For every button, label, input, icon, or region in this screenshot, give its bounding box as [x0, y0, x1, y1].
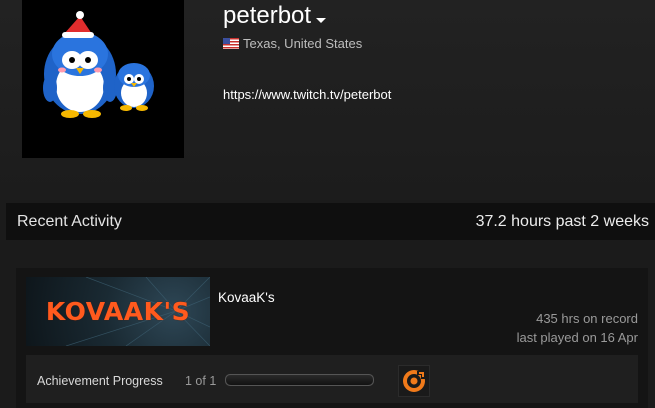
location-text: Texas, United States	[243, 36, 363, 51]
us-flag-icon	[223, 38, 239, 49]
achievement-progress-bar[interactable]: Achievement Progress 1 of 1	[26, 355, 638, 403]
recent-activity-header: Recent Activity 37.2 hours past 2 weeks	[6, 203, 655, 240]
recent-activity-title: Recent Activity	[17, 212, 122, 230]
profile-avatar[interactable]	[22, 0, 184, 158]
achievement-count: 1 of 1	[185, 374, 217, 388]
username-row: peterbot	[223, 2, 327, 30]
username: peterbot	[223, 2, 312, 29]
location: Texas, United States	[223, 36, 362, 51]
chevron-down-icon[interactable]	[316, 17, 327, 23]
last-played: last played on 16 Apr	[516, 330, 638, 345]
achievement-progress-track	[225, 374, 374, 386]
game-capsule-image[interactable]: KOVAAK'S	[26, 277, 210, 346]
playtime-two-weeks: 37.2 hours past 2 weeks	[475, 212, 649, 230]
penguin-avatar-image	[22, 0, 184, 158]
target-achievement-icon[interactable]	[398, 365, 430, 397]
achievement-progress-label: Achievement Progress	[37, 374, 163, 388]
kovaaks-logo: KOVAAK'S	[45, 297, 191, 326]
profile-summary-link[interactable]: https://www.twitch.tv/peterbot	[223, 87, 391, 102]
hours-on-record: 435 hrs on record	[536, 311, 638, 326]
achievement-progress-fill	[226, 375, 373, 385]
profile-header: peterbot Texas, United States https://ww…	[0, 0, 655, 200]
game-activity-card: KOVAAK'S KovaaK's 435 hrs on record last…	[16, 268, 648, 408]
game-name-link[interactable]: KovaaK's	[218, 290, 275, 305]
